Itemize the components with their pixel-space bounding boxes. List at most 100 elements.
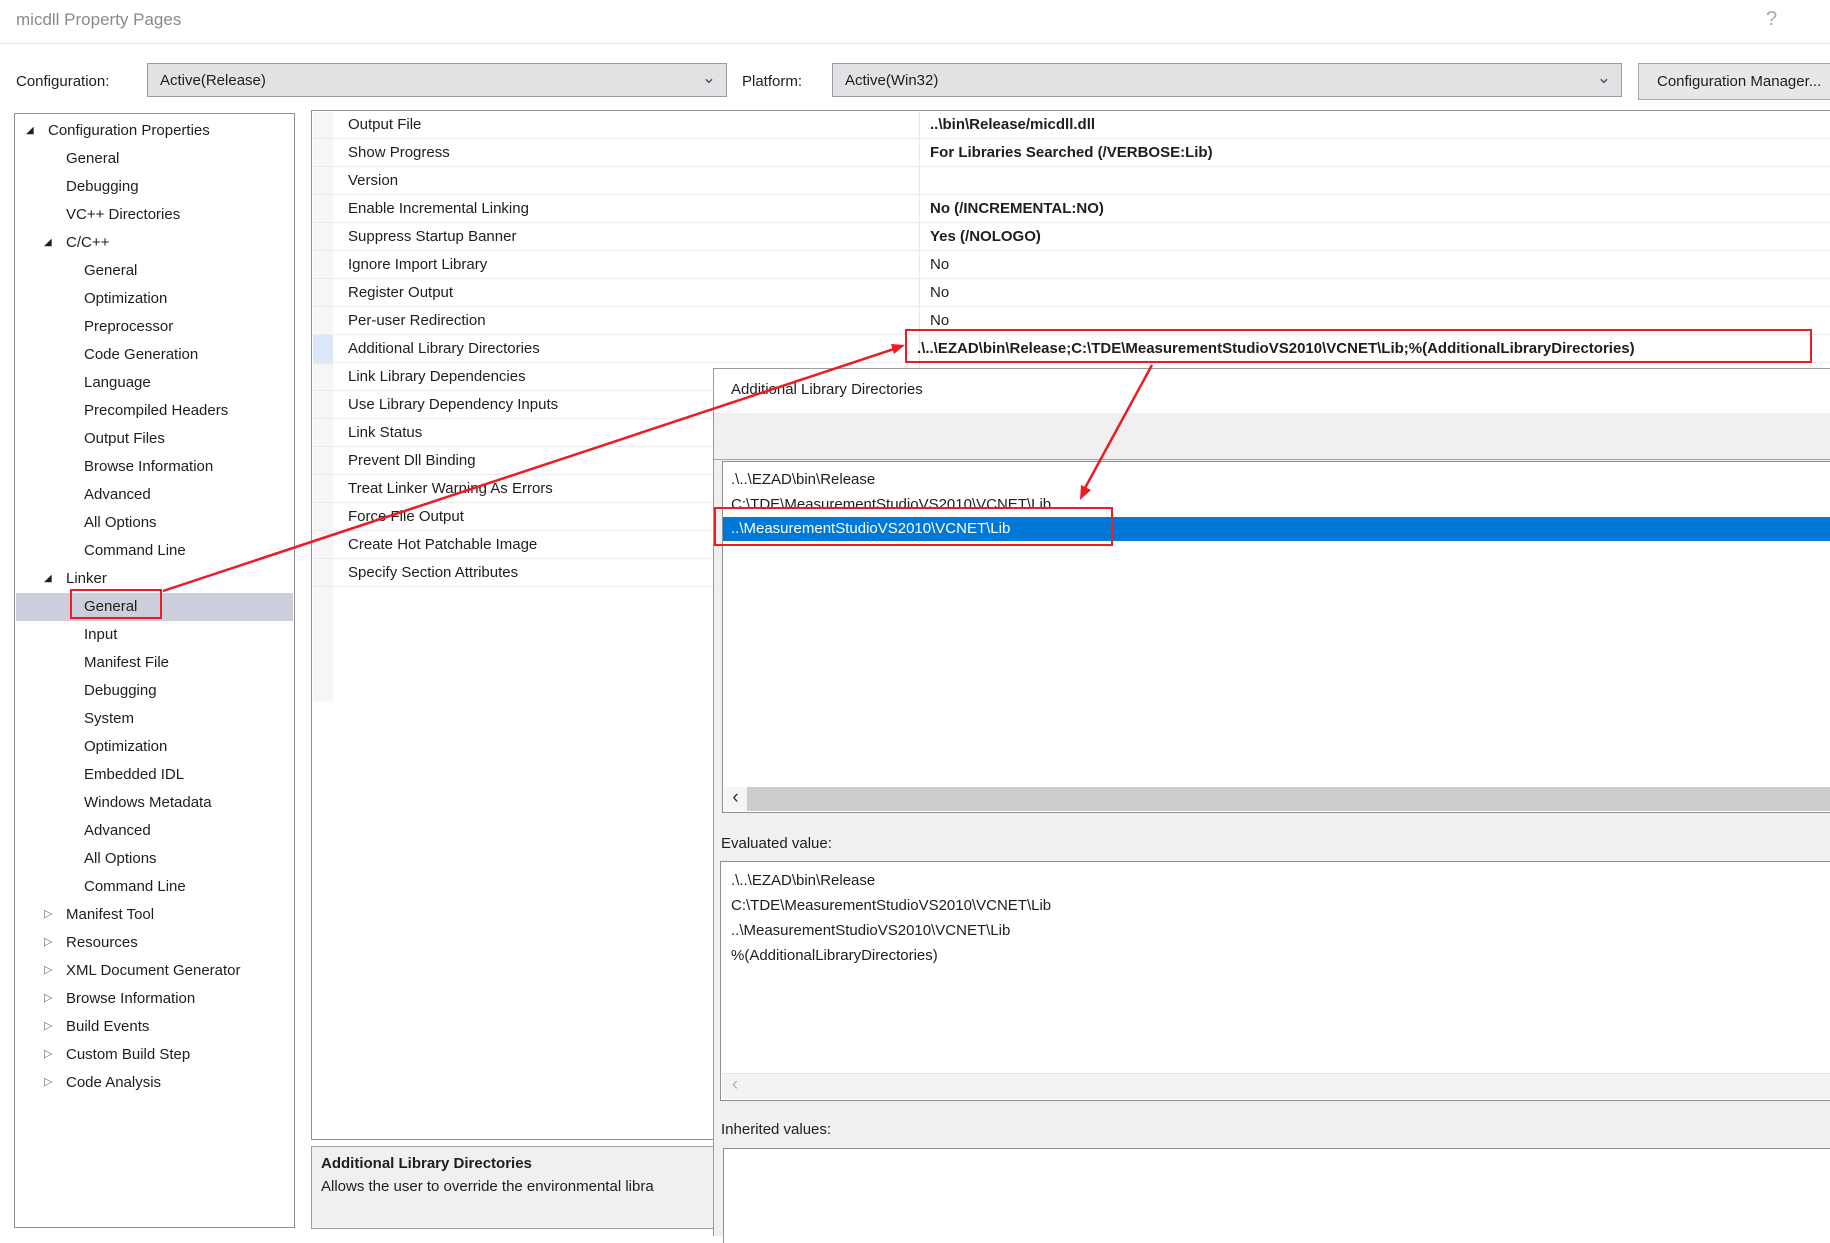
micdll-property-pages-dialog: { "window": { "title": "micdll Property …	[0, 0, 1830, 1236]
expand-icon[interactable]: ▷	[44, 1013, 52, 1041]
tree-item-optimization[interactable]: Optimization	[16, 733, 293, 761]
property-name: Suppress Startup Banner	[348, 223, 516, 251]
help-icon[interactable]: ?	[1766, 8, 1777, 31]
property-row-version[interactable]: Version	[313, 167, 1830, 195]
property-row-register-output[interactable]: Register Output No	[313, 279, 1830, 307]
property-value[interactable]: No	[930, 251, 949, 279]
collapse-icon[interactable]: ◢	[44, 565, 52, 593]
tree-item-advanced[interactable]: Advanced	[16, 817, 293, 845]
property-name: Register Output	[348, 279, 453, 307]
property-row-output-file[interactable]: Output File ..\bin\Release/micdll.dll	[313, 111, 1830, 139]
tree-item-label: Advanced	[84, 817, 151, 845]
tree-item-output-files[interactable]: Output Files	[16, 425, 293, 453]
tree-item-windows-metadata[interactable]: Windows Metadata	[16, 789, 293, 817]
tree-item-label: Command Line	[84, 873, 186, 901]
inherited-values-box[interactable]	[723, 1148, 1830, 1243]
tree-item-label: Command Line	[84, 537, 186, 565]
expand-icon[interactable]: ▷	[44, 1041, 52, 1069]
property-name: Show Progress	[348, 139, 450, 167]
evaluated-horizontal-scrollbar[interactable]: ‹	[722, 1073, 1830, 1099]
tree-item-command-line[interactable]: Command Line	[16, 873, 293, 901]
tree-item-vc-directories[interactable]: VC++ Directories	[16, 201, 293, 229]
tree-item-label: Manifest File	[84, 649, 169, 677]
tree-item-all-options[interactable]: All Options	[16, 845, 293, 873]
property-value[interactable]: ..\bin\Release/micdll.dll	[930, 111, 1095, 139]
tree-item-label: Preprocessor	[84, 313, 173, 341]
tree-item-label: General	[66, 145, 119, 173]
directory-item[interactable]: .\..\EZAD\bin\Release	[723, 467, 1830, 492]
tree-item-input[interactable]: Input	[16, 621, 293, 649]
tree-item-label: Code Analysis	[66, 1069, 161, 1097]
property-name: Treat Linker Warning As Errors	[348, 475, 553, 503]
expand-icon[interactable]: ▷	[44, 1069, 52, 1097]
property-name: Use Library Dependency Inputs	[348, 391, 558, 419]
tree-item-code-analysis[interactable]: ▷ Code Analysis	[16, 1069, 293, 1097]
property-name: Create Hot Patchable Image	[348, 531, 537, 559]
tree-item-system[interactable]: System	[16, 705, 293, 733]
expand-icon[interactable]: ▷	[44, 985, 52, 1013]
annotation-box-tree-general	[70, 589, 162, 619]
tree-item-all-options[interactable]: All Options	[16, 509, 293, 537]
property-value[interactable]: No (/INCREMENTAL:NO)	[930, 195, 1104, 223]
tree-item-label: XML Document Generator	[66, 957, 241, 985]
platform-dropdown[interactable]: Active(Win32) ⌄	[832, 63, 1622, 97]
tree-item-debugging[interactable]: Debugging	[16, 677, 293, 705]
tree-item-language[interactable]: Language	[16, 369, 293, 397]
tree-item-general[interactable]: General	[16, 145, 293, 173]
property-name: Link Library Dependencies	[348, 363, 526, 391]
configuration-dropdown[interactable]: Active(Release) ⌄	[147, 63, 727, 97]
popup-toolbar-band	[714, 413, 1830, 460]
tree-item-c-c-[interactable]: ◢C/C++	[16, 229, 293, 257]
expand-icon[interactable]: ▷	[44, 901, 52, 929]
tree-item-label: Configuration Properties	[48, 117, 210, 145]
tree-item-debugging[interactable]: Debugging	[16, 173, 293, 201]
tree-item-build-events[interactable]: ▷Build Events	[16, 1013, 293, 1041]
tree-item-command-line[interactable]: Command Line	[16, 537, 293, 565]
tree-item-embedded-idl[interactable]: Embedded IDL	[16, 761, 293, 789]
tree-item-configuration-properties[interactable]: ◢ Configuration Properties	[16, 117, 293, 145]
tree-item-label: General	[84, 257, 137, 285]
title-bar: micdll Property Pages ?	[0, 0, 1830, 44]
tree-item-browse-information[interactable]: Browse Information	[16, 453, 293, 481]
tree-item-optimization[interactable]: Optimization	[16, 285, 293, 313]
tree-item-manifest-tool[interactable]: ▷Manifest Tool	[16, 901, 293, 929]
additional-library-directories-popup: Additional Library Directories ‹ .\..\EZ…	[713, 368, 1830, 1236]
property-value[interactable]: Yes (/NOLOGO)	[930, 223, 1041, 251]
tree-item-label: All Options	[84, 845, 157, 873]
list-horizontal-scrollbar[interactable]: ‹	[724, 787, 1830, 811]
tree-item-code-generation[interactable]: Code Generation	[16, 341, 293, 369]
tree-item-label: All Options	[84, 509, 157, 537]
expand-icon[interactable]: ▷	[44, 929, 52, 957]
collapse-icon[interactable]: ◢	[44, 229, 52, 257]
popup-title-strip: Additional Library Directories	[714, 369, 1830, 413]
inherited-values-label: Inherited values:	[721, 1121, 831, 1138]
tree-item-xml-document-generator[interactable]: ▷ XML Document Generator	[16, 957, 293, 985]
tree-item-custom-build-step[interactable]: ▷Custom Build Step	[16, 1041, 293, 1069]
configuration-manager-button[interactable]: Configuration Manager...	[1638, 63, 1830, 100]
tree-item-browse-information[interactable]: ▷ Browse Information	[16, 985, 293, 1013]
tree-item-general[interactable]: General	[16, 257, 293, 285]
tree-item-precompiled-headers[interactable]: Precompiled Headers	[16, 397, 293, 425]
property-name: Enable Incremental Linking	[348, 195, 529, 223]
property-row-suppress-startup-banner[interactable]: Suppress Startup Banner Yes (/NOLOGO)	[313, 223, 1830, 251]
property-value[interactable]: No	[930, 279, 949, 307]
property-row-enable-incremental-linking[interactable]: Enable Incremental Linking No (/INCREMENT…	[313, 195, 1830, 223]
property-value[interactable]: For Libraries Searched (/VERBOSE:Lib)	[930, 139, 1213, 167]
property-row-ignore-import-library[interactable]: Ignore Import LibraryNo	[313, 251, 1830, 279]
tree-item-label: Resources	[66, 929, 138, 957]
property-name: Specify Section Attributes	[348, 559, 518, 587]
property-name: Output File	[348, 111, 421, 139]
tree-item-label: Browse Information	[84, 453, 213, 481]
tree-item-label: Browse Information	[66, 985, 195, 1013]
tree-item-resources[interactable]: ▷ Resources	[16, 929, 293, 957]
expand-icon[interactable]: ▷	[44, 957, 52, 985]
tree-item-preprocessor[interactable]: Preprocessor	[16, 313, 293, 341]
scroll-left-icon[interactable]: ‹	[724, 787, 747, 811]
collapse-icon[interactable]: ◢	[26, 117, 34, 145]
evaluated-value-box[interactable]: ‹ .\..\EZAD\bin\ReleaseC:\TDE\Measuremen…	[720, 861, 1830, 1101]
property-row-show-progress[interactable]: Show Progress For Libraries Searched (/VE…	[313, 139, 1830, 167]
evaluated-value-line: C:\TDE\MeasurementStudioVS2010\VCNET\Lib	[731, 893, 1051, 918]
tree-item-advanced[interactable]: Advanced	[16, 481, 293, 509]
tree-item-manifest-file[interactable]: Manifest File	[16, 649, 293, 677]
tree-item-label: Input	[84, 621, 117, 649]
